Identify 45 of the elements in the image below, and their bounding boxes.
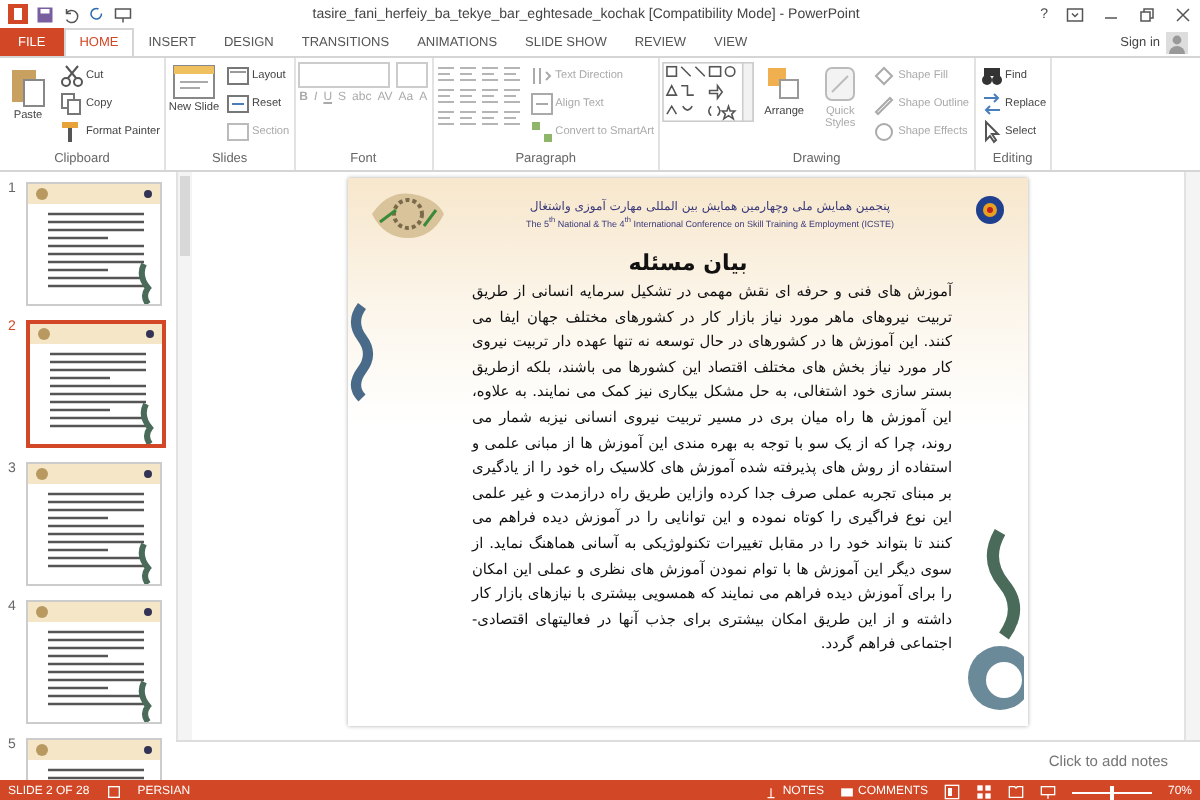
restore-icon bbox=[1138, 5, 1156, 23]
smartart-icon bbox=[529, 119, 554, 143]
refresh-icon bbox=[88, 5, 106, 23]
ribbon-options-icon bbox=[1066, 5, 1084, 23]
scrollbar[interactable] bbox=[176, 172, 192, 740]
slide-thumbnail[interactable] bbox=[26, 182, 162, 306]
notes-icon bbox=[764, 785, 779, 799]
slide-thumbnail[interactable] bbox=[26, 320, 166, 448]
clipboard-icon bbox=[8, 64, 48, 108]
effects-icon bbox=[872, 119, 897, 143]
paintbrush-icon bbox=[60, 119, 84, 143]
slide-thumbnail[interactable] bbox=[26, 462, 162, 586]
arrange-icon bbox=[764, 64, 805, 104]
cursor-icon bbox=[979, 119, 1004, 143]
comment-icon bbox=[839, 785, 854, 799]
section-icon bbox=[226, 119, 250, 143]
binoculars-icon bbox=[979, 63, 1004, 87]
zoom-slider-thumb[interactable] bbox=[1109, 785, 1114, 799]
shapes-gallery[interactable] bbox=[662, 62, 755, 122]
slide-thumbnail[interactable] bbox=[26, 600, 162, 724]
paragraph-tools-drawing bbox=[435, 62, 524, 130]
font-size-field[interactable] bbox=[395, 62, 428, 88]
save-icon bbox=[36, 5, 54, 23]
grid-view-icon bbox=[975, 784, 992, 800]
slideshow-icon bbox=[1039, 784, 1056, 800]
presentation-icon bbox=[114, 5, 132, 23]
spellcheck-icon bbox=[105, 784, 122, 800]
layout-icon bbox=[226, 63, 250, 87]
paint-bucket-icon bbox=[872, 63, 897, 87]
copy-icon bbox=[60, 91, 84, 115]
replace-icon bbox=[979, 91, 1004, 115]
text-direction-icon bbox=[529, 63, 554, 87]
font-name-field[interactable] bbox=[297, 62, 390, 88]
pen-icon bbox=[872, 91, 897, 115]
slide-icon bbox=[172, 64, 216, 100]
reading-view-icon bbox=[1007, 784, 1024, 800]
scissors-icon bbox=[60, 63, 84, 87]
slide-title: بیان مسئله bbox=[626, 250, 750, 276]
undo-icon bbox=[62, 5, 80, 23]
reset-icon bbox=[226, 91, 250, 115]
close-icon bbox=[1174, 5, 1192, 23]
align-text-icon bbox=[529, 91, 554, 115]
scrollbar[interactable] bbox=[1184, 172, 1200, 740]
normal-view-icon bbox=[943, 784, 960, 800]
quick-styles-icon bbox=[820, 64, 861, 104]
